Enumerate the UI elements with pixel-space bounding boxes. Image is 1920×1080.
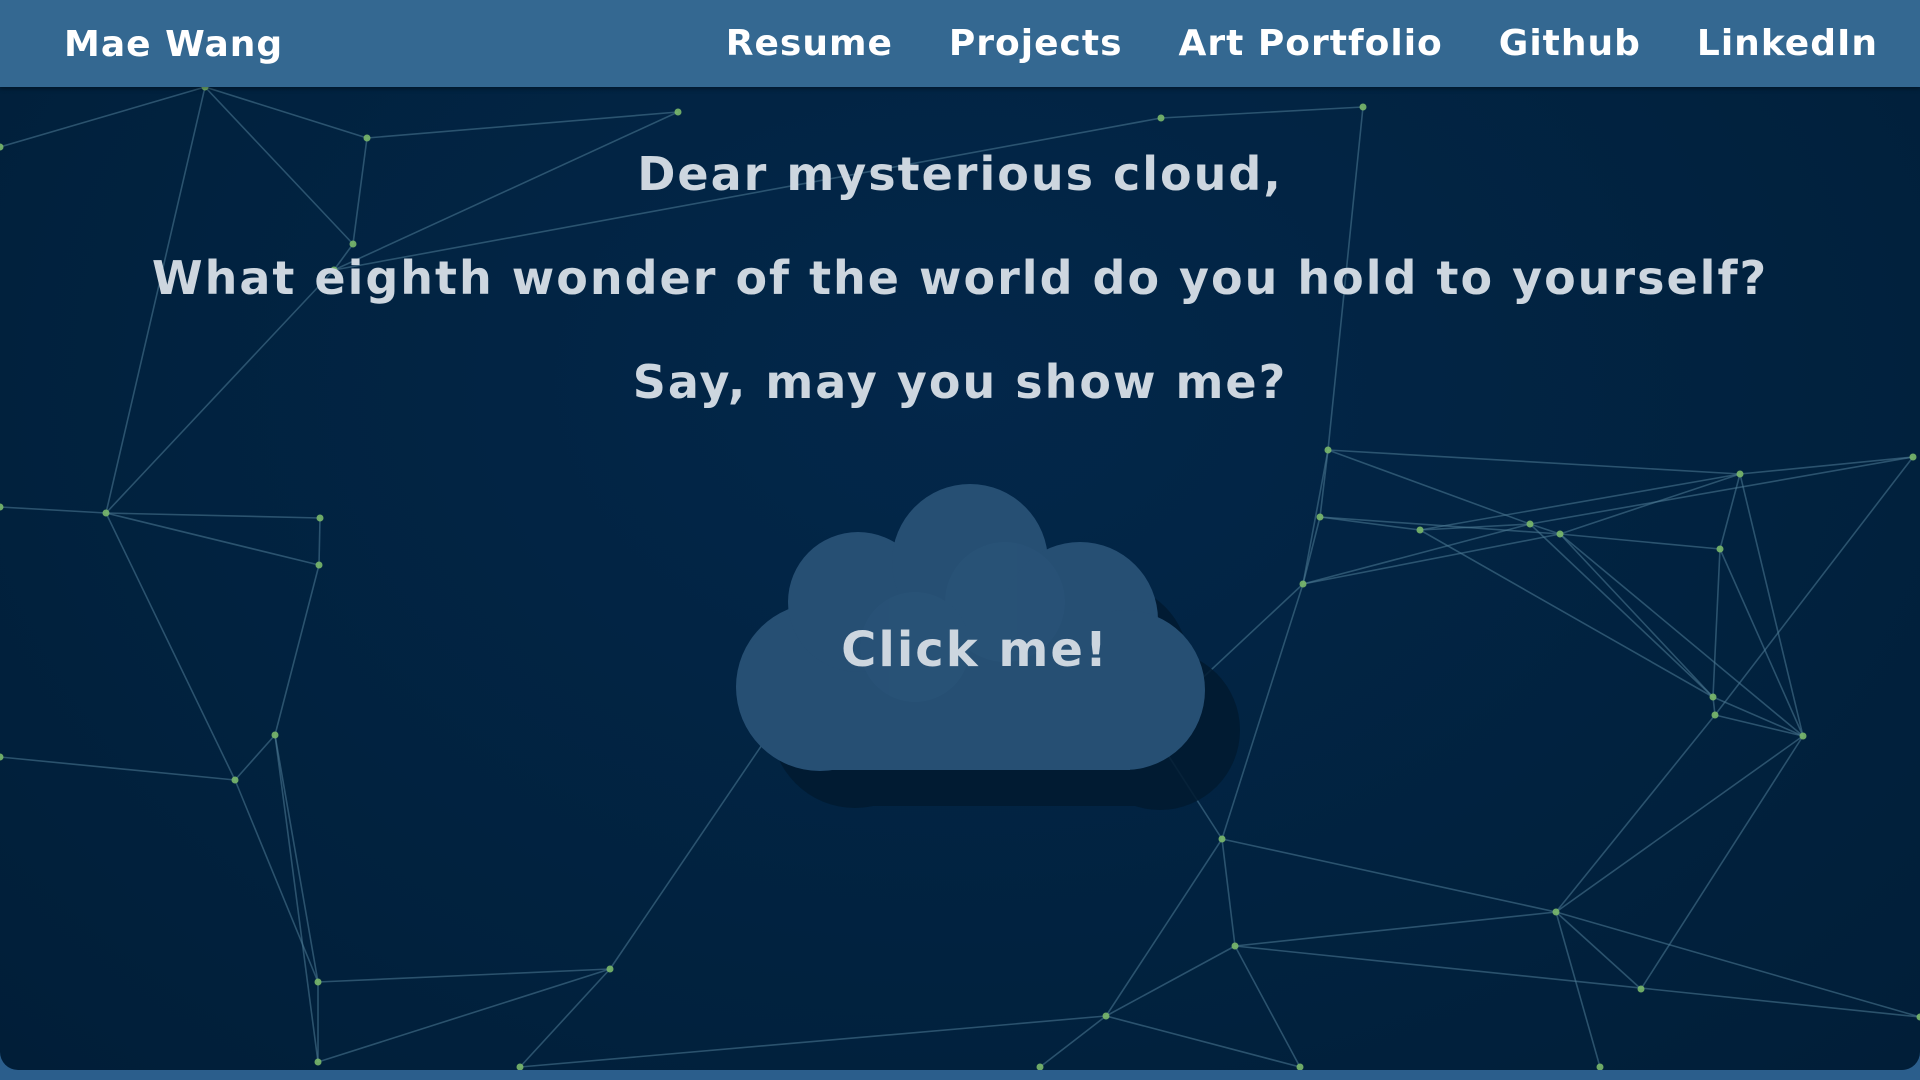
network-line — [234, 734, 276, 781]
network-node — [1218, 835, 1226, 843]
network-line — [1555, 911, 1601, 1068]
nav-links: Resume Projects Art Portfolio Github Lin… — [670, 0, 1878, 87]
network-line — [1640, 735, 1804, 990]
network-line — [105, 512, 236, 781]
network-line — [0, 756, 236, 781]
network-line — [1529, 456, 1914, 525]
network-node — [1736, 470, 1744, 478]
network-line — [1559, 473, 1741, 535]
nav-link-art-portfolio[interactable]: Art Portfolio — [1179, 0, 1443, 89]
hero-line-1: Dear mysterious cloud, — [637, 147, 1283, 201]
network-node — [271, 731, 279, 739]
network-node — [1102, 1012, 1110, 1020]
network-node — [1231, 942, 1239, 950]
network-line — [1302, 533, 1561, 585]
network-node — [1324, 446, 1332, 454]
network-node — [315, 561, 323, 569]
network-line — [1719, 473, 1741, 550]
network-line — [1221, 838, 1557, 913]
network-node — [1526, 520, 1534, 528]
network-line — [1529, 523, 1714, 698]
network-node — [1416, 526, 1424, 534]
network-line — [1234, 945, 1301, 1068]
network-node — [1637, 985, 1645, 993]
nav-link-resume[interactable]: Resume — [726, 0, 893, 89]
network-line — [274, 734, 319, 983]
brand-link[interactable]: Mae Wang — [64, 0, 283, 87]
network-node — [231, 776, 239, 784]
network-line — [318, 517, 321, 566]
network-line — [1739, 473, 1804, 737]
network-line — [1302, 516, 1321, 585]
network-node — [1916, 1013, 1920, 1021]
network-line — [1327, 449, 1741, 475]
network-line — [317, 968, 611, 1063]
nav-link-github[interactable]: Github — [1499, 0, 1641, 89]
network-node — [1299, 580, 1307, 588]
network-line — [274, 564, 320, 736]
network-line — [1105, 1015, 1301, 1068]
network-line — [274, 734, 319, 1063]
network-line — [1160, 106, 1364, 119]
network-line — [1559, 533, 1721, 550]
network-node — [606, 965, 614, 973]
network-line — [0, 506, 107, 514]
network-node — [349, 240, 357, 248]
network-node — [316, 514, 324, 522]
network-line — [1559, 533, 1804, 737]
network-line — [1719, 548, 1804, 737]
network-line — [0, 87, 206, 148]
network-node — [314, 978, 322, 986]
main-content: Dear mysterious cloud, What eighth wonde… — [0, 87, 1920, 1070]
network-node — [1709, 693, 1717, 701]
network-node — [1716, 545, 1724, 553]
hero-line-3: Say, may you show me? — [632, 355, 1288, 409]
network-line — [1712, 696, 1804, 737]
network-node — [0, 753, 4, 761]
network-line — [1555, 735, 1804, 913]
network-line — [1302, 523, 1531, 585]
network-line — [1105, 838, 1223, 1017]
network-line — [105, 512, 321, 519]
network-node — [1909, 453, 1917, 461]
network-node — [363, 134, 371, 142]
network-node — [1157, 114, 1165, 122]
nav-link-linkedin[interactable]: LinkedIn — [1697, 0, 1878, 89]
network-line — [1105, 945, 1236, 1017]
network-line — [1419, 529, 1714, 698]
network-node — [1316, 513, 1324, 521]
network-node — [102, 509, 110, 517]
network-line — [1234, 945, 1920, 1018]
network-line — [1559, 533, 1714, 698]
navbar: Mae Wang Resume Projects Art Portfolio G… — [0, 0, 1920, 87]
network-line — [234, 779, 319, 983]
network-line — [1327, 449, 1531, 525]
network-line — [1555, 911, 1920, 1018]
network-node — [1596, 1063, 1604, 1070]
network-node — [1799, 732, 1807, 740]
network-node — [314, 1058, 322, 1066]
nav-link-projects[interactable]: Projects — [949, 0, 1123, 89]
network-line — [1555, 714, 1716, 913]
network-node — [1711, 711, 1719, 719]
hero-line-2: What eighth wonder of the world do you h… — [151, 251, 1769, 305]
network-line — [1039, 1015, 1107, 1068]
network-line — [1234, 911, 1557, 947]
network-line — [317, 968, 611, 983]
cloud-icon — [736, 484, 1240, 810]
network-node — [1552, 908, 1560, 916]
cloud-button[interactable]: Click me! — [690, 472, 1280, 822]
network-node — [0, 503, 4, 511]
network-node — [1359, 103, 1367, 111]
network-node — [674, 108, 682, 116]
network-line — [519, 1015, 1107, 1068]
network-line — [105, 512, 320, 566]
network-node — [1296, 1063, 1304, 1070]
network-line — [1712, 548, 1721, 698]
network-line — [1221, 838, 1236, 947]
network-node — [1556, 530, 1564, 538]
